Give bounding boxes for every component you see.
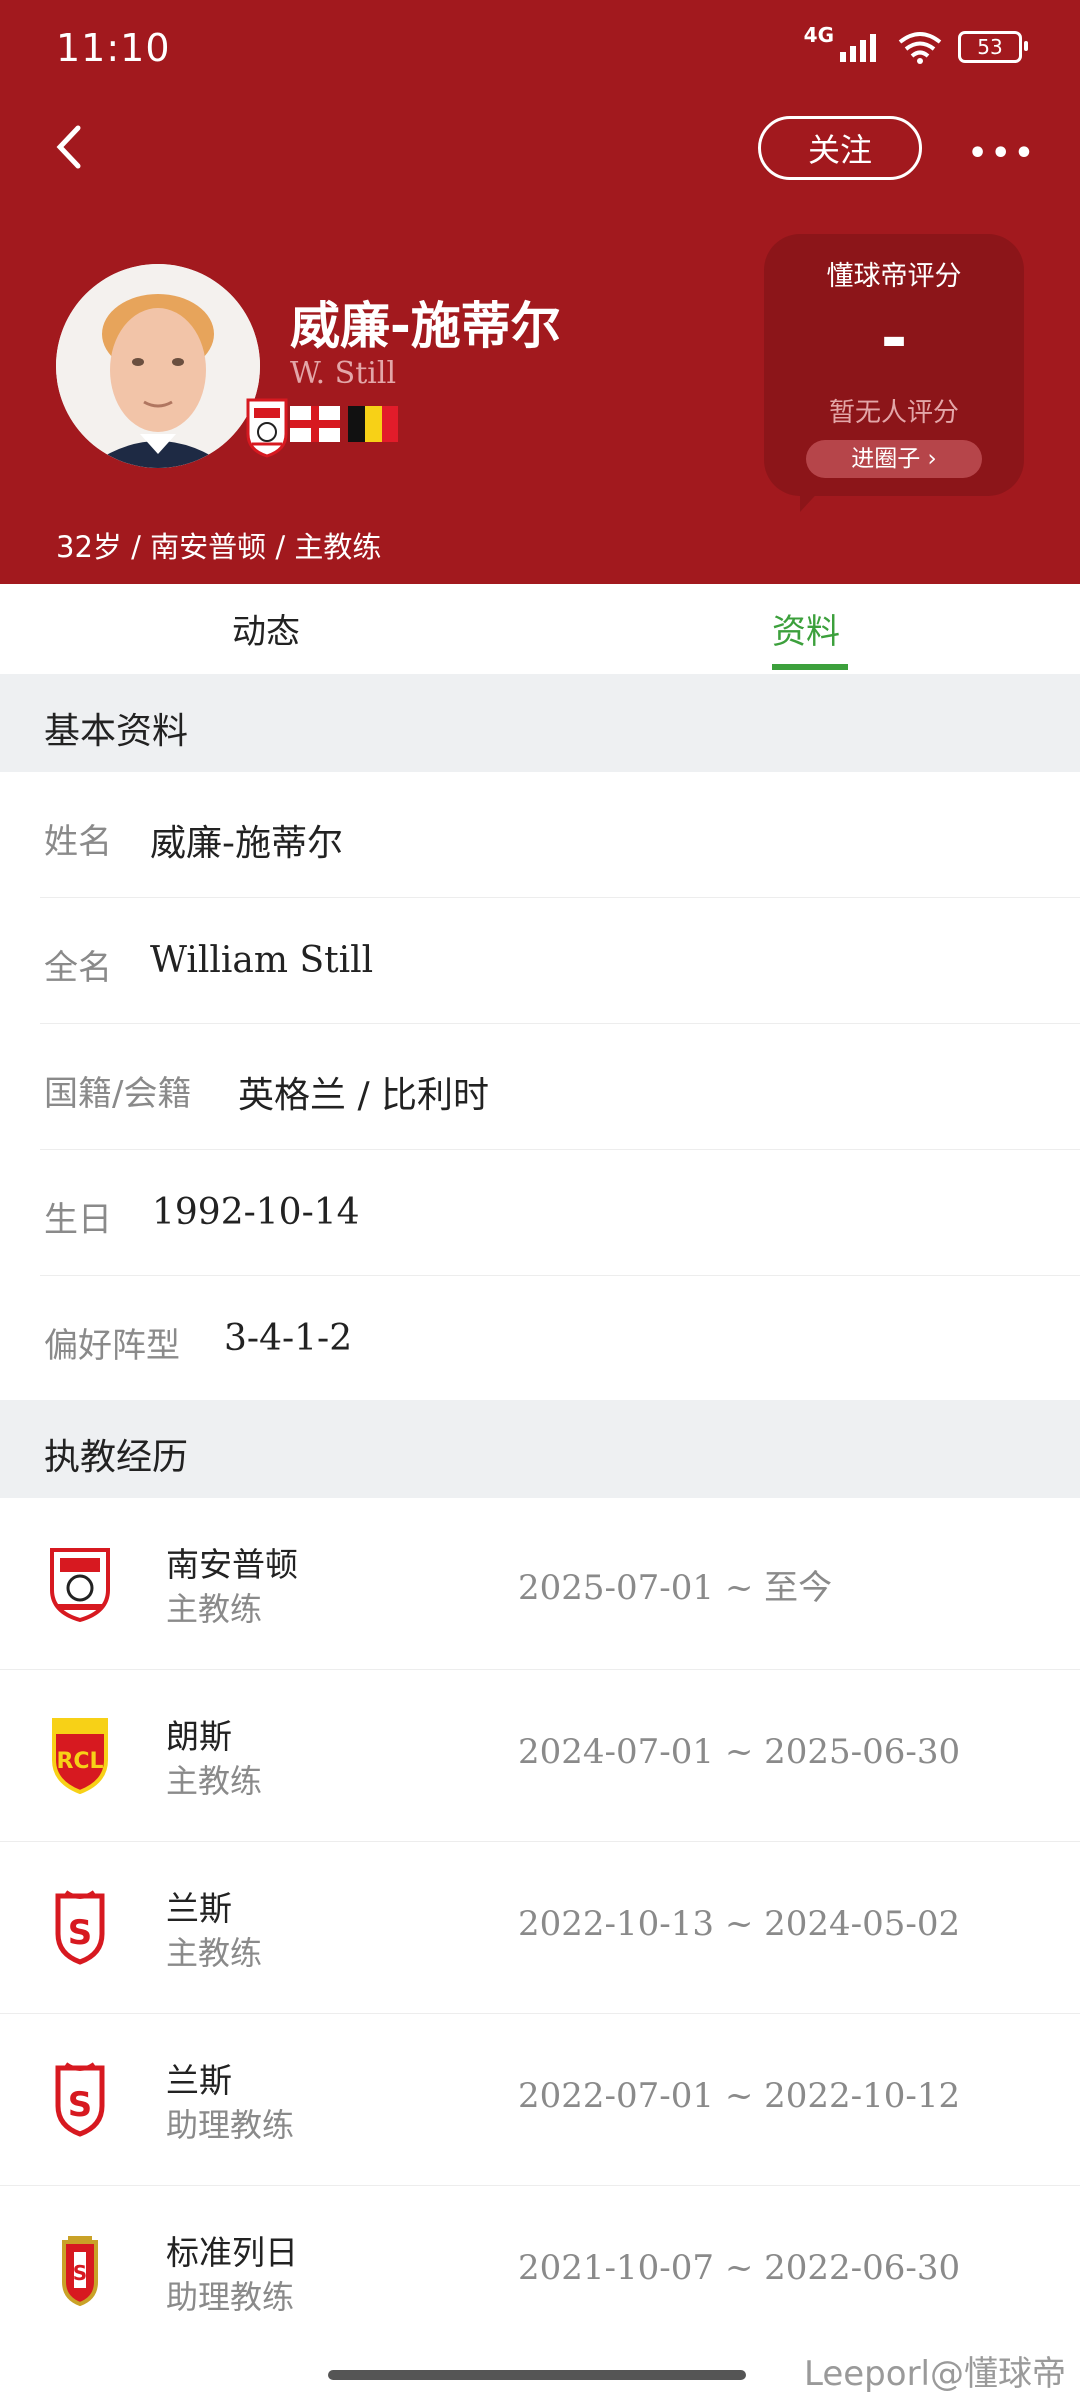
standard-liege-logo-icon: S	[62, 2236, 98, 2307]
info-label: 姓名	[44, 822, 112, 862]
tab-profile[interactable]: 资料	[772, 604, 840, 653]
belgium-flag-icon	[348, 406, 398, 442]
info-value: 3-4-1-2	[224, 1318, 353, 1359]
reims-logo-icon: S	[55, 2062, 105, 2137]
player-header: 11:10 4G 53 关注 ••• 威廉-施蒂尔 W. Still 32岁 /…	[0, 0, 1080, 584]
more-options-icon[interactable]: •••	[968, 136, 1038, 171]
career-role: 助理教练	[166, 2278, 295, 2316]
rating-note: 暂无人评分	[828, 398, 959, 428]
info-value: 1992-10-14	[152, 1192, 360, 1233]
player-sub-info: 32岁 / 南安普顿 / 主教练	[56, 530, 382, 564]
svg-text:S: S	[68, 2085, 93, 2125]
info-value: 英格兰 / 比利时	[238, 1075, 490, 1116]
career-club: 南安普顿	[166, 1545, 298, 1584]
lens-logo-icon: RCL	[52, 1718, 108, 1794]
career-item[interactable]: S 兰斯 助理教练 2022-07-01 ~ 2022-10-12	[0, 2014, 1080, 2186]
svg-text:S: S	[73, 2261, 87, 2285]
player-name: 威廉-施蒂尔	[290, 297, 561, 355]
england-flag-icon	[290, 406, 340, 442]
rating-value: -	[880, 302, 908, 376]
avatar	[56, 264, 260, 468]
info-row-formation: 偏好阵型 3-4-1-2	[0, 1276, 1080, 1402]
svg-text:RCL: RCL	[56, 1749, 103, 1774]
nationality-flags	[290, 406, 398, 442]
tab-bar: 动态 资料	[0, 584, 1080, 675]
section-title: 基本资料	[44, 711, 189, 752]
career-club: 标准列日	[166, 2233, 298, 2272]
career-club: 兰斯	[166, 2061, 232, 2100]
enter-circle-button[interactable]: 进圈子 ›	[806, 440, 982, 478]
info-row-birthday: 生日 1992-10-14	[0, 1150, 1080, 1276]
career-club: 兰斯	[166, 1889, 232, 1928]
career-dates: 2022-10-13 ~ 2024-05-02	[518, 1904, 961, 1944]
info-row-name: 姓名 威廉-施蒂尔	[0, 772, 1080, 898]
info-value: William Still	[150, 940, 374, 981]
watermark: Leeporl@懂球帝	[804, 2354, 1066, 2394]
info-label: 国籍/会籍	[44, 1074, 192, 1114]
info-value: 威廉-施蒂尔	[150, 823, 343, 864]
wifi-icon	[898, 32, 942, 64]
rating-title: 懂球帝评分	[826, 261, 962, 292]
southampton-badge-icon	[246, 398, 288, 458]
info-label: 生日	[44, 1200, 112, 1240]
career-item[interactable]: S 标准列日 助理教练 2021-10-07 ~ 2022-06-30	[0, 2186, 1080, 2358]
chevron-right-icon: ›	[927, 446, 937, 472]
career-item[interactable]: 南安普顿 主教练 2025-07-01 ~ 至今	[0, 1498, 1080, 1670]
career-role: 主教练	[166, 1934, 263, 1972]
rating-card: 懂球帝评分 - 暂无人评分 进圈子 ›	[764, 234, 1024, 496]
tab-feed[interactable]: 动态	[232, 604, 300, 653]
back-icon[interactable]	[50, 122, 86, 172]
info-label: 偏好阵型	[44, 1326, 180, 1366]
signal-icon	[840, 34, 876, 62]
battery-icon: 53	[958, 31, 1028, 63]
career-item[interactable]: S 兰斯 主教练 2022-10-13 ~ 2024-05-02	[0, 1842, 1080, 2014]
home-indicator[interactable]	[328, 2370, 746, 2380]
tab-active-indicator	[772, 664, 848, 670]
section-coaching-history: 执教经历	[0, 1400, 1080, 1498]
career-dates: 2021-10-07 ~ 2022-06-30	[518, 2248, 961, 2288]
network-type-label: 4G	[803, 23, 834, 47]
career-role: 助理教练	[166, 2106, 295, 2144]
section-title: 执教经历	[44, 1437, 189, 1478]
info-row-fullname: 全名 William Still	[0, 898, 1080, 1024]
follow-button[interactable]: 关注	[758, 116, 922, 180]
career-dates: 2025-07-01 ~ 至今	[518, 1568, 833, 1608]
career-role: 主教练	[166, 1762, 263, 1800]
player-name-en: W. Still	[290, 356, 397, 391]
enter-circle-label: 进圈子	[851, 446, 921, 472]
section-basic-info: 基本资料	[0, 674, 1080, 772]
status-icons: 4G 53	[804, 23, 1028, 64]
career-role: 主教练	[166, 1590, 263, 1628]
career-dates: 2024-07-01 ~ 2025-06-30	[518, 1732, 961, 1772]
svg-text:S: S	[68, 1913, 93, 1953]
info-row-nationality: 国籍/会籍 英格兰 / 比利时	[0, 1024, 1080, 1150]
southampton-logo-icon	[50, 1548, 110, 1622]
reims-logo-icon: S	[55, 1890, 105, 1965]
info-label: 全名	[44, 948, 112, 988]
career-club: 朗斯	[166, 1717, 232, 1756]
career-item[interactable]: RCL 朗斯 主教练 2024-07-01 ~ 2025-06-30	[0, 1670, 1080, 1842]
status-time: 11:10	[56, 26, 171, 70]
rating-card-tail	[800, 486, 848, 512]
career-dates: 2022-07-01 ~ 2022-10-12	[518, 2076, 961, 2116]
